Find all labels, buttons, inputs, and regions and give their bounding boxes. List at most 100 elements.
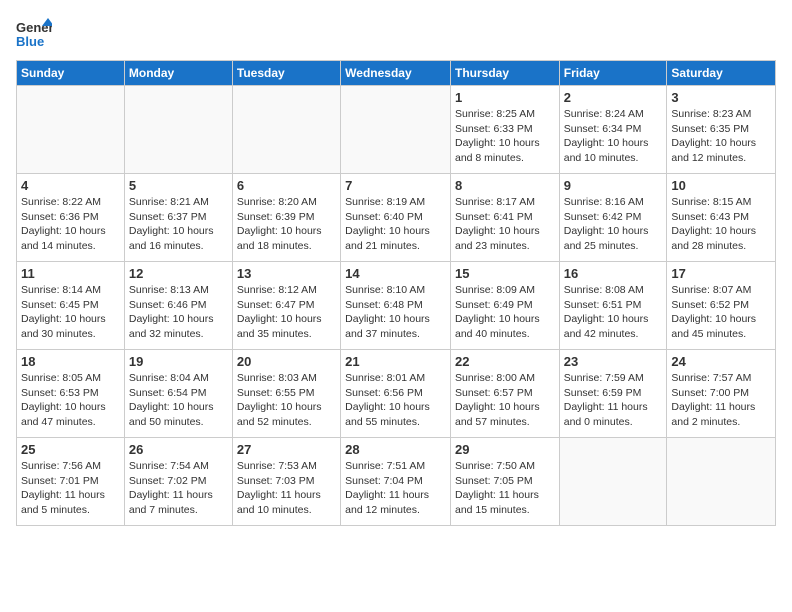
day-info: Sunrise: 8:15 AM Sunset: 6:43 PM Dayligh…: [671, 195, 771, 254]
col-header-wednesday: Wednesday: [341, 61, 451, 86]
calendar-cell: [559, 438, 667, 526]
calendar-cell: 15 Sunrise: 8:09 AM Sunset: 6:49 PM Dayli…: [450, 262, 559, 350]
logo: General Blue: [16, 16, 52, 52]
day-info: Sunrise: 8:16 AM Sunset: 6:42 PM Dayligh…: [564, 195, 663, 254]
calendar-cell: 6 Sunrise: 8:20 AM Sunset: 6:39 PM Daylig…: [232, 174, 340, 262]
day-info: Sunrise: 8:20 AM Sunset: 6:39 PM Dayligh…: [237, 195, 336, 254]
calendar-cell: 19 Sunrise: 8:04 AM Sunset: 6:54 PM Dayli…: [124, 350, 232, 438]
calendar-cell: 17 Sunrise: 8:07 AM Sunset: 6:52 PM Dayli…: [667, 262, 776, 350]
day-number: 2: [564, 90, 663, 105]
day-info: Sunrise: 8:07 AM Sunset: 6:52 PM Dayligh…: [671, 283, 771, 342]
day-number: 3: [671, 90, 771, 105]
day-number: 24: [671, 354, 771, 369]
calendar-cell: [667, 438, 776, 526]
col-header-thursday: Thursday: [450, 61, 559, 86]
day-number: 8: [455, 178, 555, 193]
day-number: 13: [237, 266, 336, 281]
day-info: Sunrise: 8:17 AM Sunset: 6:41 PM Dayligh…: [455, 195, 555, 254]
day-info: Sunrise: 8:12 AM Sunset: 6:47 PM Dayligh…: [237, 283, 336, 342]
col-header-saturday: Saturday: [667, 61, 776, 86]
day-info: Sunrise: 8:13 AM Sunset: 6:46 PM Dayligh…: [129, 283, 228, 342]
calendar-cell: 26 Sunrise: 7:54 AM Sunset: 7:02 PM Dayli…: [124, 438, 232, 526]
day-info: Sunrise: 7:59 AM Sunset: 6:59 PM Dayligh…: [564, 371, 663, 430]
day-number: 25: [21, 442, 120, 457]
week-row-2: 4Sunrise: 8:22 AM Sunset: 6:36 PM Daylig…: [17, 174, 776, 262]
day-number: 15: [455, 266, 555, 281]
calendar-cell: [124, 86, 232, 174]
calendar-cell: 9 Sunrise: 8:16 AM Sunset: 6:42 PM Daylig…: [559, 174, 667, 262]
day-info: Sunrise: 7:54 AM Sunset: 7:02 PM Dayligh…: [129, 459, 228, 518]
week-row-3: 11 Sunrise: 8:14 AM Sunset: 6:45 PM Dayli…: [17, 262, 776, 350]
calendar-cell: 24Sunrise: 7:57 AM Sunset: 7:00 PM Dayli…: [667, 350, 776, 438]
day-number: 23: [564, 354, 663, 369]
calendar-table: SundayMondayTuesdayWednesdayThursdayFrid…: [16, 60, 776, 526]
day-info: Sunrise: 8:25 AM Sunset: 6:33 PM Dayligh…: [455, 107, 555, 166]
day-number: 6: [237, 178, 336, 193]
calendar-cell: 10 Sunrise: 8:15 AM Sunset: 6:43 PM Dayli…: [667, 174, 776, 262]
col-header-sunday: Sunday: [17, 61, 125, 86]
calendar-header-row: SundayMondayTuesdayWednesdayThursdayFrid…: [17, 61, 776, 86]
day-number: 21: [345, 354, 446, 369]
day-number: 17: [671, 266, 771, 281]
calendar-cell: 16Sunrise: 8:08 AM Sunset: 6:51 PM Dayli…: [559, 262, 667, 350]
calendar-cell: 25 Sunrise: 7:56 AM Sunset: 7:01 PM Dayli…: [17, 438, 125, 526]
calendar-cell: 2 Sunrise: 8:24 AM Sunset: 6:34 PM Daylig…: [559, 86, 667, 174]
calendar-cell: 28 Sunrise: 7:51 AM Sunset: 7:04 PM Dayli…: [341, 438, 451, 526]
calendar-cell: [232, 86, 340, 174]
day-info: Sunrise: 8:01 AM Sunset: 6:56 PM Dayligh…: [345, 371, 446, 430]
day-number: 28: [345, 442, 446, 457]
day-number: 12: [129, 266, 228, 281]
calendar-cell: 3Sunrise: 8:23 AM Sunset: 6:35 PM Daylig…: [667, 86, 776, 174]
day-info: Sunrise: 8:24 AM Sunset: 6:34 PM Dayligh…: [564, 107, 663, 166]
calendar-cell: 29Sunrise: 7:50 AM Sunset: 7:05 PM Dayli…: [450, 438, 559, 526]
week-row-5: 25 Sunrise: 7:56 AM Sunset: 7:01 PM Dayli…: [17, 438, 776, 526]
day-info: Sunrise: 8:05 AM Sunset: 6:53 PM Dayligh…: [21, 371, 120, 430]
day-number: 1: [455, 90, 555, 105]
calendar-cell: 22 Sunrise: 8:00 AM Sunset: 6:57 PM Dayli…: [450, 350, 559, 438]
day-number: 11: [21, 266, 120, 281]
day-info: Sunrise: 8:14 AM Sunset: 6:45 PM Dayligh…: [21, 283, 120, 342]
calendar-cell: 7 Sunrise: 8:19 AM Sunset: 6:40 PM Daylig…: [341, 174, 451, 262]
day-info: Sunrise: 8:10 AM Sunset: 6:48 PM Dayligh…: [345, 283, 446, 342]
day-number: 19: [129, 354, 228, 369]
calendar-cell: 20 Sunrise: 8:03 AM Sunset: 6:55 PM Dayli…: [232, 350, 340, 438]
day-info: Sunrise: 8:04 AM Sunset: 6:54 PM Dayligh…: [129, 371, 228, 430]
day-number: 7: [345, 178, 446, 193]
calendar-cell: [341, 86, 451, 174]
day-number: 5: [129, 178, 228, 193]
page-header: General Blue: [16, 16, 776, 52]
col-header-friday: Friday: [559, 61, 667, 86]
calendar-cell: 5Sunrise: 8:21 AM Sunset: 6:37 PM Daylig…: [124, 174, 232, 262]
calendar-cell: 11 Sunrise: 8:14 AM Sunset: 6:45 PM Dayli…: [17, 262, 125, 350]
day-info: Sunrise: 8:00 AM Sunset: 6:57 PM Dayligh…: [455, 371, 555, 430]
col-header-tuesday: Tuesday: [232, 61, 340, 86]
calendar-cell: 23 Sunrise: 7:59 AM Sunset: 6:59 PM Dayli…: [559, 350, 667, 438]
calendar-cell: 21 Sunrise: 8:01 AM Sunset: 6:56 PM Dayli…: [341, 350, 451, 438]
day-number: 9: [564, 178, 663, 193]
day-info: Sunrise: 7:56 AM Sunset: 7:01 PM Dayligh…: [21, 459, 120, 518]
day-info: Sunrise: 8:03 AM Sunset: 6:55 PM Dayligh…: [237, 371, 336, 430]
day-info: Sunrise: 8:08 AM Sunset: 6:51 PM Dayligh…: [564, 283, 663, 342]
calendar-cell: 8 Sunrise: 8:17 AM Sunset: 6:41 PM Daylig…: [450, 174, 559, 262]
week-row-1: 1 Sunrise: 8:25 AM Sunset: 6:33 PM Daylig…: [17, 86, 776, 174]
calendar-cell: 27Sunrise: 7:53 AM Sunset: 7:03 PM Dayli…: [232, 438, 340, 526]
day-number: 27: [237, 442, 336, 457]
calendar-cell: 18 Sunrise: 8:05 AM Sunset: 6:53 PM Dayli…: [17, 350, 125, 438]
day-number: 4: [21, 178, 120, 193]
col-header-monday: Monday: [124, 61, 232, 86]
calendar-cell: [17, 86, 125, 174]
day-info: Sunrise: 7:50 AM Sunset: 7:05 PM Dayligh…: [455, 459, 555, 518]
svg-text:Blue: Blue: [16, 34, 44, 49]
day-number: 10: [671, 178, 771, 193]
day-number: 20: [237, 354, 336, 369]
week-row-4: 18 Sunrise: 8:05 AM Sunset: 6:53 PM Dayli…: [17, 350, 776, 438]
day-info: Sunrise: 7:51 AM Sunset: 7:04 PM Dayligh…: [345, 459, 446, 518]
day-number: 26: [129, 442, 228, 457]
calendar-cell: 12 Sunrise: 8:13 AM Sunset: 6:46 PM Dayli…: [124, 262, 232, 350]
day-info: Sunrise: 8:09 AM Sunset: 6:49 PM Dayligh…: [455, 283, 555, 342]
calendar-cell: 1 Sunrise: 8:25 AM Sunset: 6:33 PM Daylig…: [450, 86, 559, 174]
day-number: 22: [455, 354, 555, 369]
day-number: 18: [21, 354, 120, 369]
day-info: Sunrise: 8:19 AM Sunset: 6:40 PM Dayligh…: [345, 195, 446, 254]
day-number: 14: [345, 266, 446, 281]
